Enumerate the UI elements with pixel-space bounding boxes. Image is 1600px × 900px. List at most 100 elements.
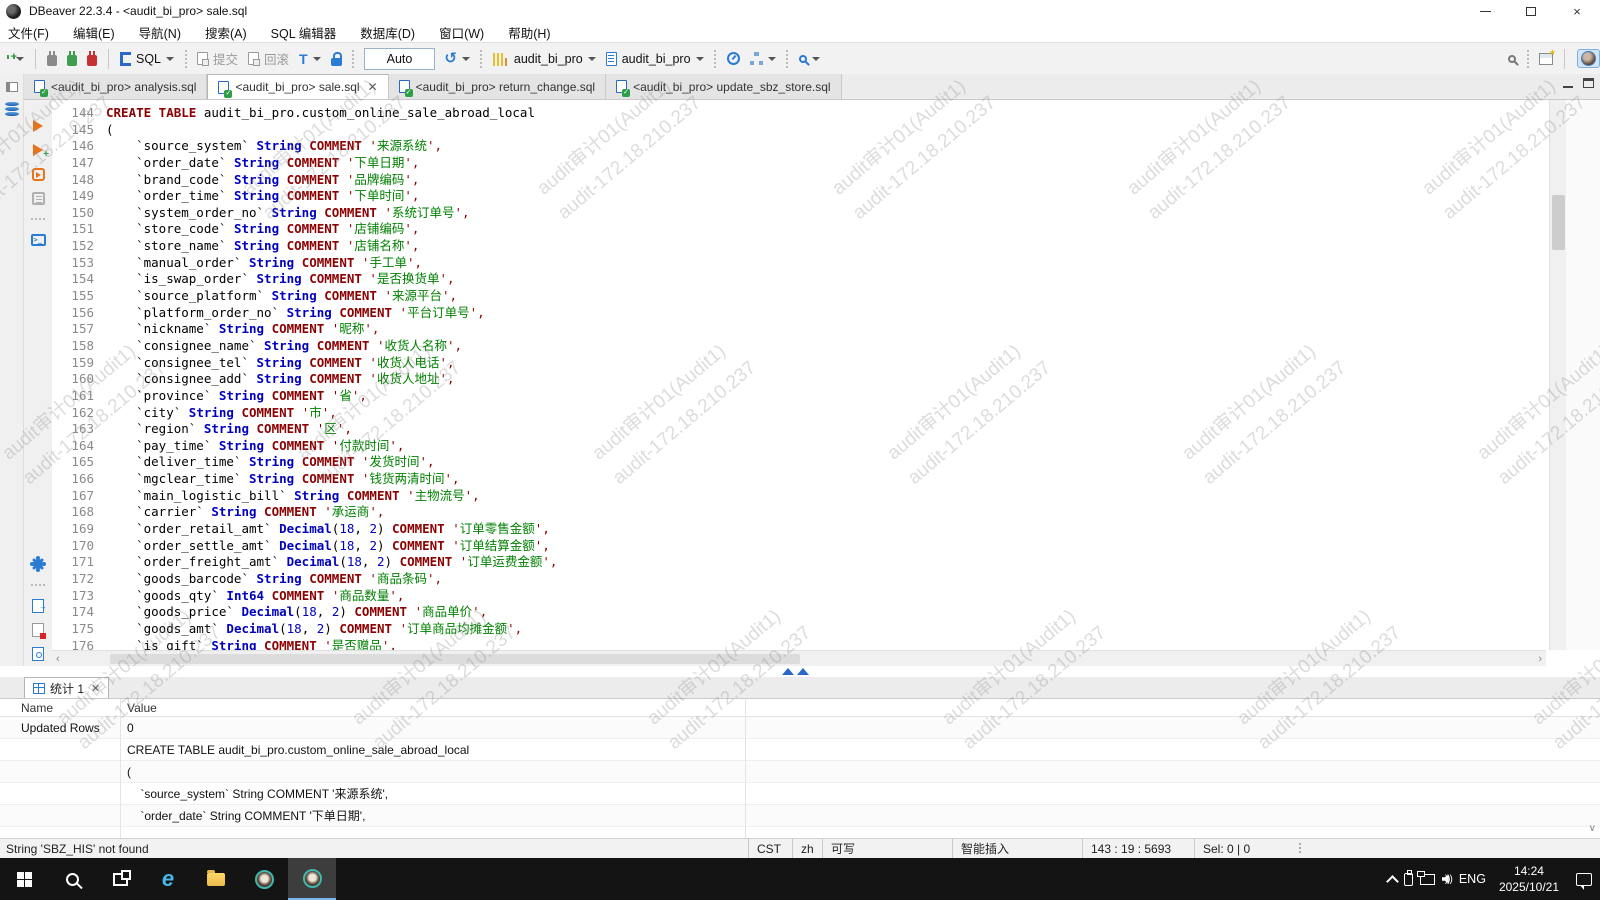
sash-up-arrow-icon[interactable]: [797, 668, 809, 675]
execution-plan-button[interactable]: [746, 49, 780, 68]
code-line[interactable]: 164 `pay_time` String COMMENT '付款时间',: [52, 438, 1548, 455]
scrollbar-thumb[interactable]: [110, 654, 800, 664]
task-view-button[interactable]: [96, 858, 144, 900]
editor-horizontal-scrollbar[interactable]: ‹ ›: [52, 650, 1546, 666]
code-line[interactable]: 170 `order_settle_amt` Decimal(18, 2) CO…: [52, 538, 1548, 555]
user-profile-button[interactable]: [1577, 49, 1600, 68]
code-line[interactable]: 175 `goods_amt` Decimal(18, 2) COMMENT '…: [52, 621, 1548, 638]
search-button[interactable]: [795, 52, 824, 66]
dbeaver-taskbar-button-active[interactable]: [288, 858, 336, 900]
maximize-button[interactable]: [1508, 0, 1554, 22]
table-row[interactable]: `source_system` String COMMENT '来源系统',: [0, 783, 1600, 805]
table-row[interactable]: `order_date` String COMMENT '下单日期',: [0, 805, 1600, 827]
autocommit-lock-button[interactable]: [327, 49, 346, 69]
open-perspective-button[interactable]: [1535, 50, 1557, 68]
code-line[interactable]: 146 `source_system` String COMMENT '来源系统…: [52, 138, 1548, 155]
query-history-button[interactable]: ↺: [440, 48, 474, 69]
code-line[interactable]: 151 `store_code` String COMMENT '店铺编码',: [52, 221, 1548, 238]
code-line[interactable]: 160 `consignee_add` String COMMENT '收货人地…: [52, 371, 1548, 388]
commit-button[interactable]: 提交: [193, 46, 242, 71]
code-line[interactable]: 153 `manual_order` String COMMENT '手工单',: [52, 255, 1548, 272]
taskbar-search-button[interactable]: [48, 858, 96, 900]
code-line[interactable]: 145(: [52, 122, 1548, 139]
scroll-right-arrow[interactable]: ›: [1534, 653, 1546, 665]
code-line[interactable]: 161 `province` String COMMENT '省',: [52, 388, 1548, 405]
editor-vertical-scrollbar[interactable]: [1549, 100, 1566, 650]
code-line[interactable]: 176 `is_gift` String COMMENT '是否赠品',: [52, 638, 1548, 651]
editor-tab-3[interactable]: <audit_bi_pro> update_sbz_store.sql: [606, 74, 841, 99]
minimize-panel-icon[interactable]: [1563, 86, 1573, 88]
code-line[interactable]: 147 `order_date` String COMMENT '下单日期',: [52, 155, 1548, 172]
status-caret-position[interactable]: 143 : 19 : 5693: [1082, 839, 1194, 858]
code-line[interactable]: 166 `mgclear_time` String COMMENT '钱货两清时…: [52, 471, 1548, 488]
code-line[interactable]: 167 `main_logistic_bill` String COMMENT …: [52, 488, 1548, 505]
code-line[interactable]: 158 `consignee_name` String COMMENT '收货人…: [52, 338, 1548, 355]
action-center-icon[interactable]: [1576, 873, 1592, 886]
start-button[interactable]: [0, 858, 48, 900]
code-line[interactable]: 149 `order_time` String COMMENT '下单时间',: [52, 188, 1548, 205]
editor-settings-button[interactable]: [24, 552, 52, 576]
transaction-filter-button[interactable]: T: [295, 49, 325, 69]
sql-editor-area[interactable]: 144CREATE TABLE audit_bi_pro.custom_onli…: [52, 100, 1548, 650]
sash-up-arrow-icon[interactable]: [782, 668, 794, 675]
network-icon[interactable]: [1420, 874, 1435, 885]
disconnect-all-button[interactable]: [83, 49, 101, 69]
code-line[interactable]: 172 `goods_barcode` String COMMENT '商品条码…: [52, 571, 1548, 588]
internet-explorer-button[interactable]: e: [144, 858, 192, 900]
dbeaver-taskbar-button[interactable]: [240, 858, 288, 900]
column-header-value[interactable]: Value: [120, 701, 1600, 715]
code-line[interactable]: 159 `consignee_tel` String COMMENT '收货人电…: [52, 355, 1548, 372]
execute-statement-button[interactable]: [24, 114, 52, 138]
table-row[interactable]: CREATE TABLE audit_bi_pro.custom_online_…: [0, 739, 1600, 761]
sql-editor-button[interactable]: SQL: [116, 49, 178, 69]
explain-plan-button[interactable]: [24, 186, 52, 210]
schema-selector[interactable]: audit_bi_pro: [602, 49, 708, 69]
editor-tab-0[interactable]: <audit_bi_pro> analysis.sql: [24, 74, 207, 99]
code-line[interactable]: 165 `deliver_time` String COMMENT '发货时间'…: [52, 454, 1548, 471]
code-line[interactable]: 171 `order_freight_amt` Decimal(18, 2) C…: [52, 554, 1548, 571]
code-line[interactable]: 168 `carrier` String COMMENT '承运商',: [52, 504, 1548, 521]
quick-search-button[interactable]: [1504, 52, 1520, 66]
panel-sash[interactable]: [0, 666, 1600, 677]
restore-panel-icon[interactable]: [6, 82, 18, 92]
connect-button[interactable]: +: [7, 54, 28, 64]
code-line[interactable]: 162 `city` String COMMENT '市',: [52, 405, 1548, 422]
tab-statistics[interactable]: 统计 1 ✕: [24, 677, 109, 698]
close-icon[interactable]: ✕: [91, 682, 100, 695]
dashboard-button[interactable]: [723, 49, 744, 68]
code-line[interactable]: 157 `nickname` String COMMENT '昵称',: [52, 321, 1548, 338]
code-line[interactable]: 152 `store_name` String COMMENT '店铺名称',: [52, 238, 1548, 255]
minimize-button[interactable]: [1462, 0, 1508, 22]
code-line[interactable]: 148 `brand_code` String COMMENT '品牌编码',: [52, 172, 1548, 189]
commit-mode-select[interactable]: Auto: [364, 48, 436, 70]
menu-item[interactable]: 编辑(E): [73, 21, 125, 44]
code-line[interactable]: 173 `goods_qty` Int64 COMMENT '商品数量',: [52, 588, 1548, 605]
script-errors-button[interactable]: [24, 618, 52, 642]
volume-button[interactable]: ))): [1442, 874, 1452, 885]
taskbar-clock[interactable]: 14:24 2025/10/21: [1493, 863, 1565, 895]
editor-tab-1[interactable]: <audit_bi_pro> sale.sql✕: [207, 74, 388, 99]
disconnect-button[interactable]: [43, 49, 61, 69]
menu-item[interactable]: 导航(N): [139, 21, 191, 44]
code-line[interactable]: 144CREATE TABLE audit_bi_pro.custom_onli…: [52, 105, 1548, 122]
script-info-button[interactable]: [24, 642, 52, 666]
code-line[interactable]: 174 `goods_price` Decimal(18, 2) COMMENT…: [52, 604, 1548, 621]
connection-selector[interactable]: audit_bi_pro: [489, 49, 600, 69]
export-script-button[interactable]: [24, 594, 52, 618]
database-navigator-icon[interactable]: [5, 102, 19, 116]
close-icon[interactable]: ✕: [368, 81, 378, 93]
menu-item[interactable]: 文件(F): [8, 21, 59, 44]
scrollbar-thumb[interactable]: [1552, 195, 1565, 250]
file-explorer-button[interactable]: [192, 858, 240, 900]
code-line[interactable]: 156 `platform_order_no` String COMMENT '…: [52, 305, 1548, 322]
reconnect-button[interactable]: [63, 49, 81, 69]
table-row[interactable]: Updated Rows0: [0, 717, 1600, 739]
execute-script-button[interactable]: [24, 162, 52, 186]
input-language-button[interactable]: ENG: [1459, 872, 1486, 886]
open-console-button[interactable]: >_: [24, 228, 52, 252]
scroll-left-arrow[interactable]: ‹: [52, 653, 64, 665]
menu-item[interactable]: 帮助(H): [508, 21, 560, 44]
menu-item[interactable]: SQL 编辑器: [271, 21, 347, 44]
column-header-name[interactable]: Name: [0, 701, 120, 715]
code-line[interactable]: 150 `system_order_no` String COMMENT '系统…: [52, 205, 1548, 222]
